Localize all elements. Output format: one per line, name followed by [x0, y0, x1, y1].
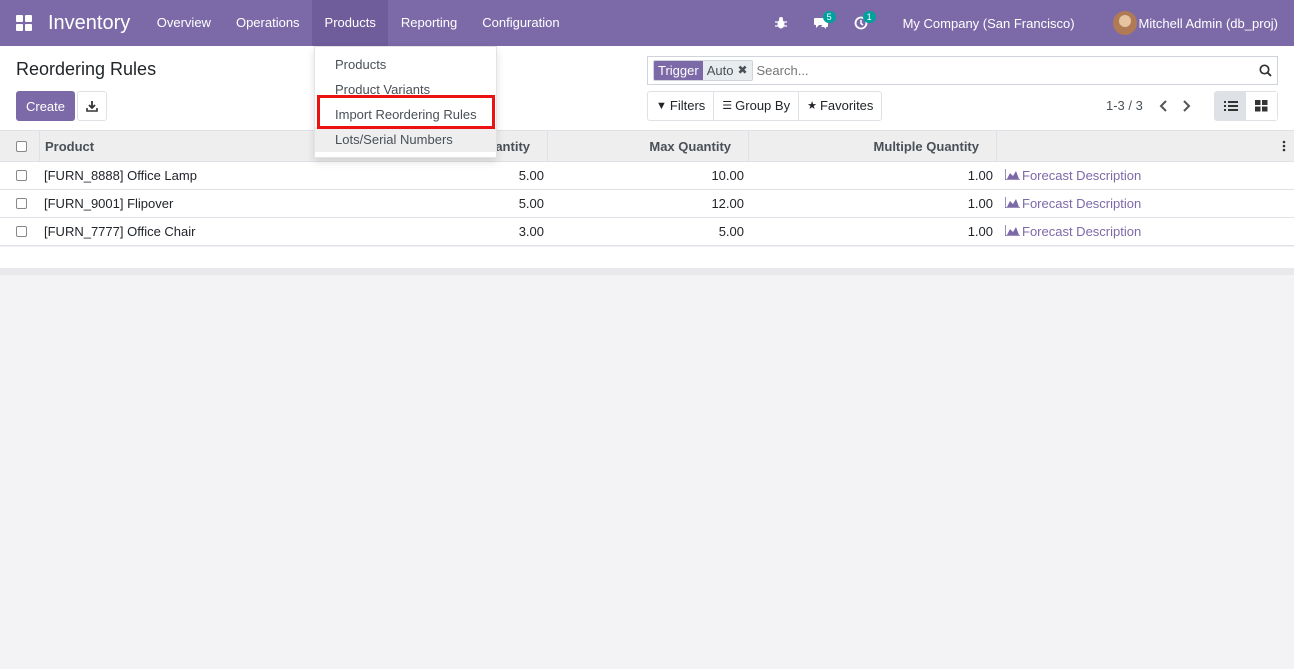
kanban-view-icon[interactable]: [1246, 92, 1277, 120]
pager-value[interactable]: 1-3 / 3: [1106, 98, 1143, 113]
messages-icon[interactable]: 5: [801, 0, 841, 46]
control-panel: Reordering Rules Create Trigger Auto ✖ ▼…: [0, 46, 1294, 131]
debug-bug-icon[interactable]: [761, 0, 801, 46]
row-multiple-quantity[interactable]: 1.00: [749, 218, 993, 245]
optional-columns-icon[interactable]: [1282, 131, 1286, 161]
search-icon[interactable]: [1253, 64, 1277, 77]
user-name: Mitchell Admin (db_proj): [1138, 15, 1278, 31]
facet-label: Trigger: [654, 61, 703, 80]
row-product[interactable]: [FURN_8888] Office Lamp: [44, 162, 197, 189]
menu-overview[interactable]: Overview: [144, 0, 223, 46]
dropdown-item-products[interactable]: Products: [315, 52, 496, 77]
export-download-button[interactable]: [77, 91, 107, 121]
row-max-quantity[interactable]: 5.00: [548, 218, 744, 245]
search-options: ▼ Filters ☰ Group By ★ Favorites: [647, 91, 883, 121]
search-input[interactable]: [752, 63, 1253, 78]
reordering-rules-table: Product antity Max Quantity Multiple Qua…: [0, 131, 1294, 246]
forecast-description-button[interactable]: Forecast Description: [1004, 190, 1141, 217]
area-chart-icon: [1004, 224, 1020, 239]
search-bar: Trigger Auto ✖: [647, 56, 1278, 85]
user-avatar: [1112, 11, 1137, 35]
row-checkbox[interactable]: [16, 162, 27, 189]
products-dropdown-menu: Products Product Variants Import Reorder…: [314, 46, 497, 158]
group-by-button[interactable]: ☰ Group By: [714, 92, 800, 120]
dropdown-item-import-reordering-rules[interactable]: Import Reordering Rules: [315, 102, 496, 127]
table-row[interactable]: [FURN_9001] Flipover 5.00 12.00 1.00 For…: [0, 190, 1294, 218]
company-switcher[interactable]: My Company (San Francisco): [881, 16, 1113, 31]
messages-badge: 5: [822, 11, 836, 23]
pager-previous-icon[interactable]: [1158, 98, 1172, 114]
facet-remove-icon[interactable]: ✖: [737, 61, 747, 80]
search-facet-trigger[interactable]: Trigger Auto ✖: [653, 60, 753, 81]
favorites-button[interactable]: ★ Favorites: [799, 92, 881, 120]
list-view-icon[interactable]: [1215, 92, 1246, 120]
table-header: Product antity Max Quantity Multiple Qua…: [0, 131, 1294, 162]
apps-menu-icon[interactable]: [0, 0, 48, 46]
facet-value: Auto: [706, 63, 734, 78]
filters-button[interactable]: ▼ Filters: [648, 92, 715, 120]
dropdown-item-product-variants[interactable]: Product Variants: [315, 77, 496, 102]
row-max-quantity[interactable]: 12.00: [548, 190, 744, 217]
table-row[interactable]: [FURN_7777] Office Chair 3.00 5.00 1.00 …: [0, 218, 1294, 246]
page-title: Reordering Rules: [16, 59, 157, 79]
download-icon: [86, 101, 98, 112]
column-product[interactable]: Product: [45, 131, 94, 161]
activities-badge: 1: [862, 11, 876, 23]
menu-reporting[interactable]: Reporting: [388, 0, 469, 46]
menu-configuration[interactable]: Configuration: [470, 0, 572, 46]
top-navbar: Inventory Overview Operations Products R…: [0, 0, 1294, 46]
table-footer: [0, 247, 1294, 275]
star-icon: ★: [807, 100, 817, 112]
row-multiple-quantity[interactable]: 1.00: [749, 162, 993, 189]
dropdown-item-lots-serial-numbers[interactable]: Lots/Serial Numbers: [315, 127, 496, 152]
row-max-quantity[interactable]: 10.00: [548, 162, 744, 189]
area-chart-icon: [1004, 168, 1020, 183]
row-checkbox[interactable]: [16, 218, 27, 245]
filter-funnel-icon: ▼: [656, 100, 667, 112]
bars-icon: ☰: [722, 100, 733, 112]
row-min-quantity[interactable]: 3.00: [400, 218, 544, 245]
table-row[interactable]: [FURN_8888] Office Lamp 5.00 10.00 1.00 …: [0, 162, 1294, 190]
area-chart-icon: [1004, 196, 1020, 211]
row-multiple-quantity[interactable]: 1.00: [749, 190, 993, 217]
main-menu: Overview Operations Products Reporting C…: [144, 0, 572, 46]
row-checkbox[interactable]: [16, 190, 27, 217]
pager-next-icon[interactable]: [1180, 98, 1194, 114]
row-product[interactable]: [FURN_9001] Flipover: [44, 190, 173, 217]
row-min-quantity[interactable]: 5.00: [400, 190, 544, 217]
forecast-description-button[interactable]: Forecast Description: [1004, 162, 1141, 189]
menu-operations[interactable]: Operations: [223, 0, 312, 46]
create-button[interactable]: Create: [16, 91, 75, 121]
view-switcher: [1214, 91, 1278, 121]
column-multiple-quantity[interactable]: Multiple Quantity: [749, 131, 979, 161]
select-all-checkbox[interactable]: [16, 131, 27, 161]
app-title[interactable]: Inventory: [48, 12, 130, 35]
forecast-description-button[interactable]: Forecast Description: [1004, 218, 1141, 245]
activities-clock-icon[interactable]: 1: [841, 0, 881, 46]
user-menu[interactable]: Mitchell Admin (db_proj): [1112, 11, 1294, 35]
row-product[interactable]: [FURN_7777] Office Chair: [44, 218, 196, 245]
systray: 5 1 My Company (San Francisco) Mitchell …: [761, 0, 1294, 46]
column-max-quantity[interactable]: Max Quantity: [548, 131, 731, 161]
row-min-quantity[interactable]: 5.00: [400, 162, 544, 189]
menu-products[interactable]: Products: [312, 0, 389, 46]
